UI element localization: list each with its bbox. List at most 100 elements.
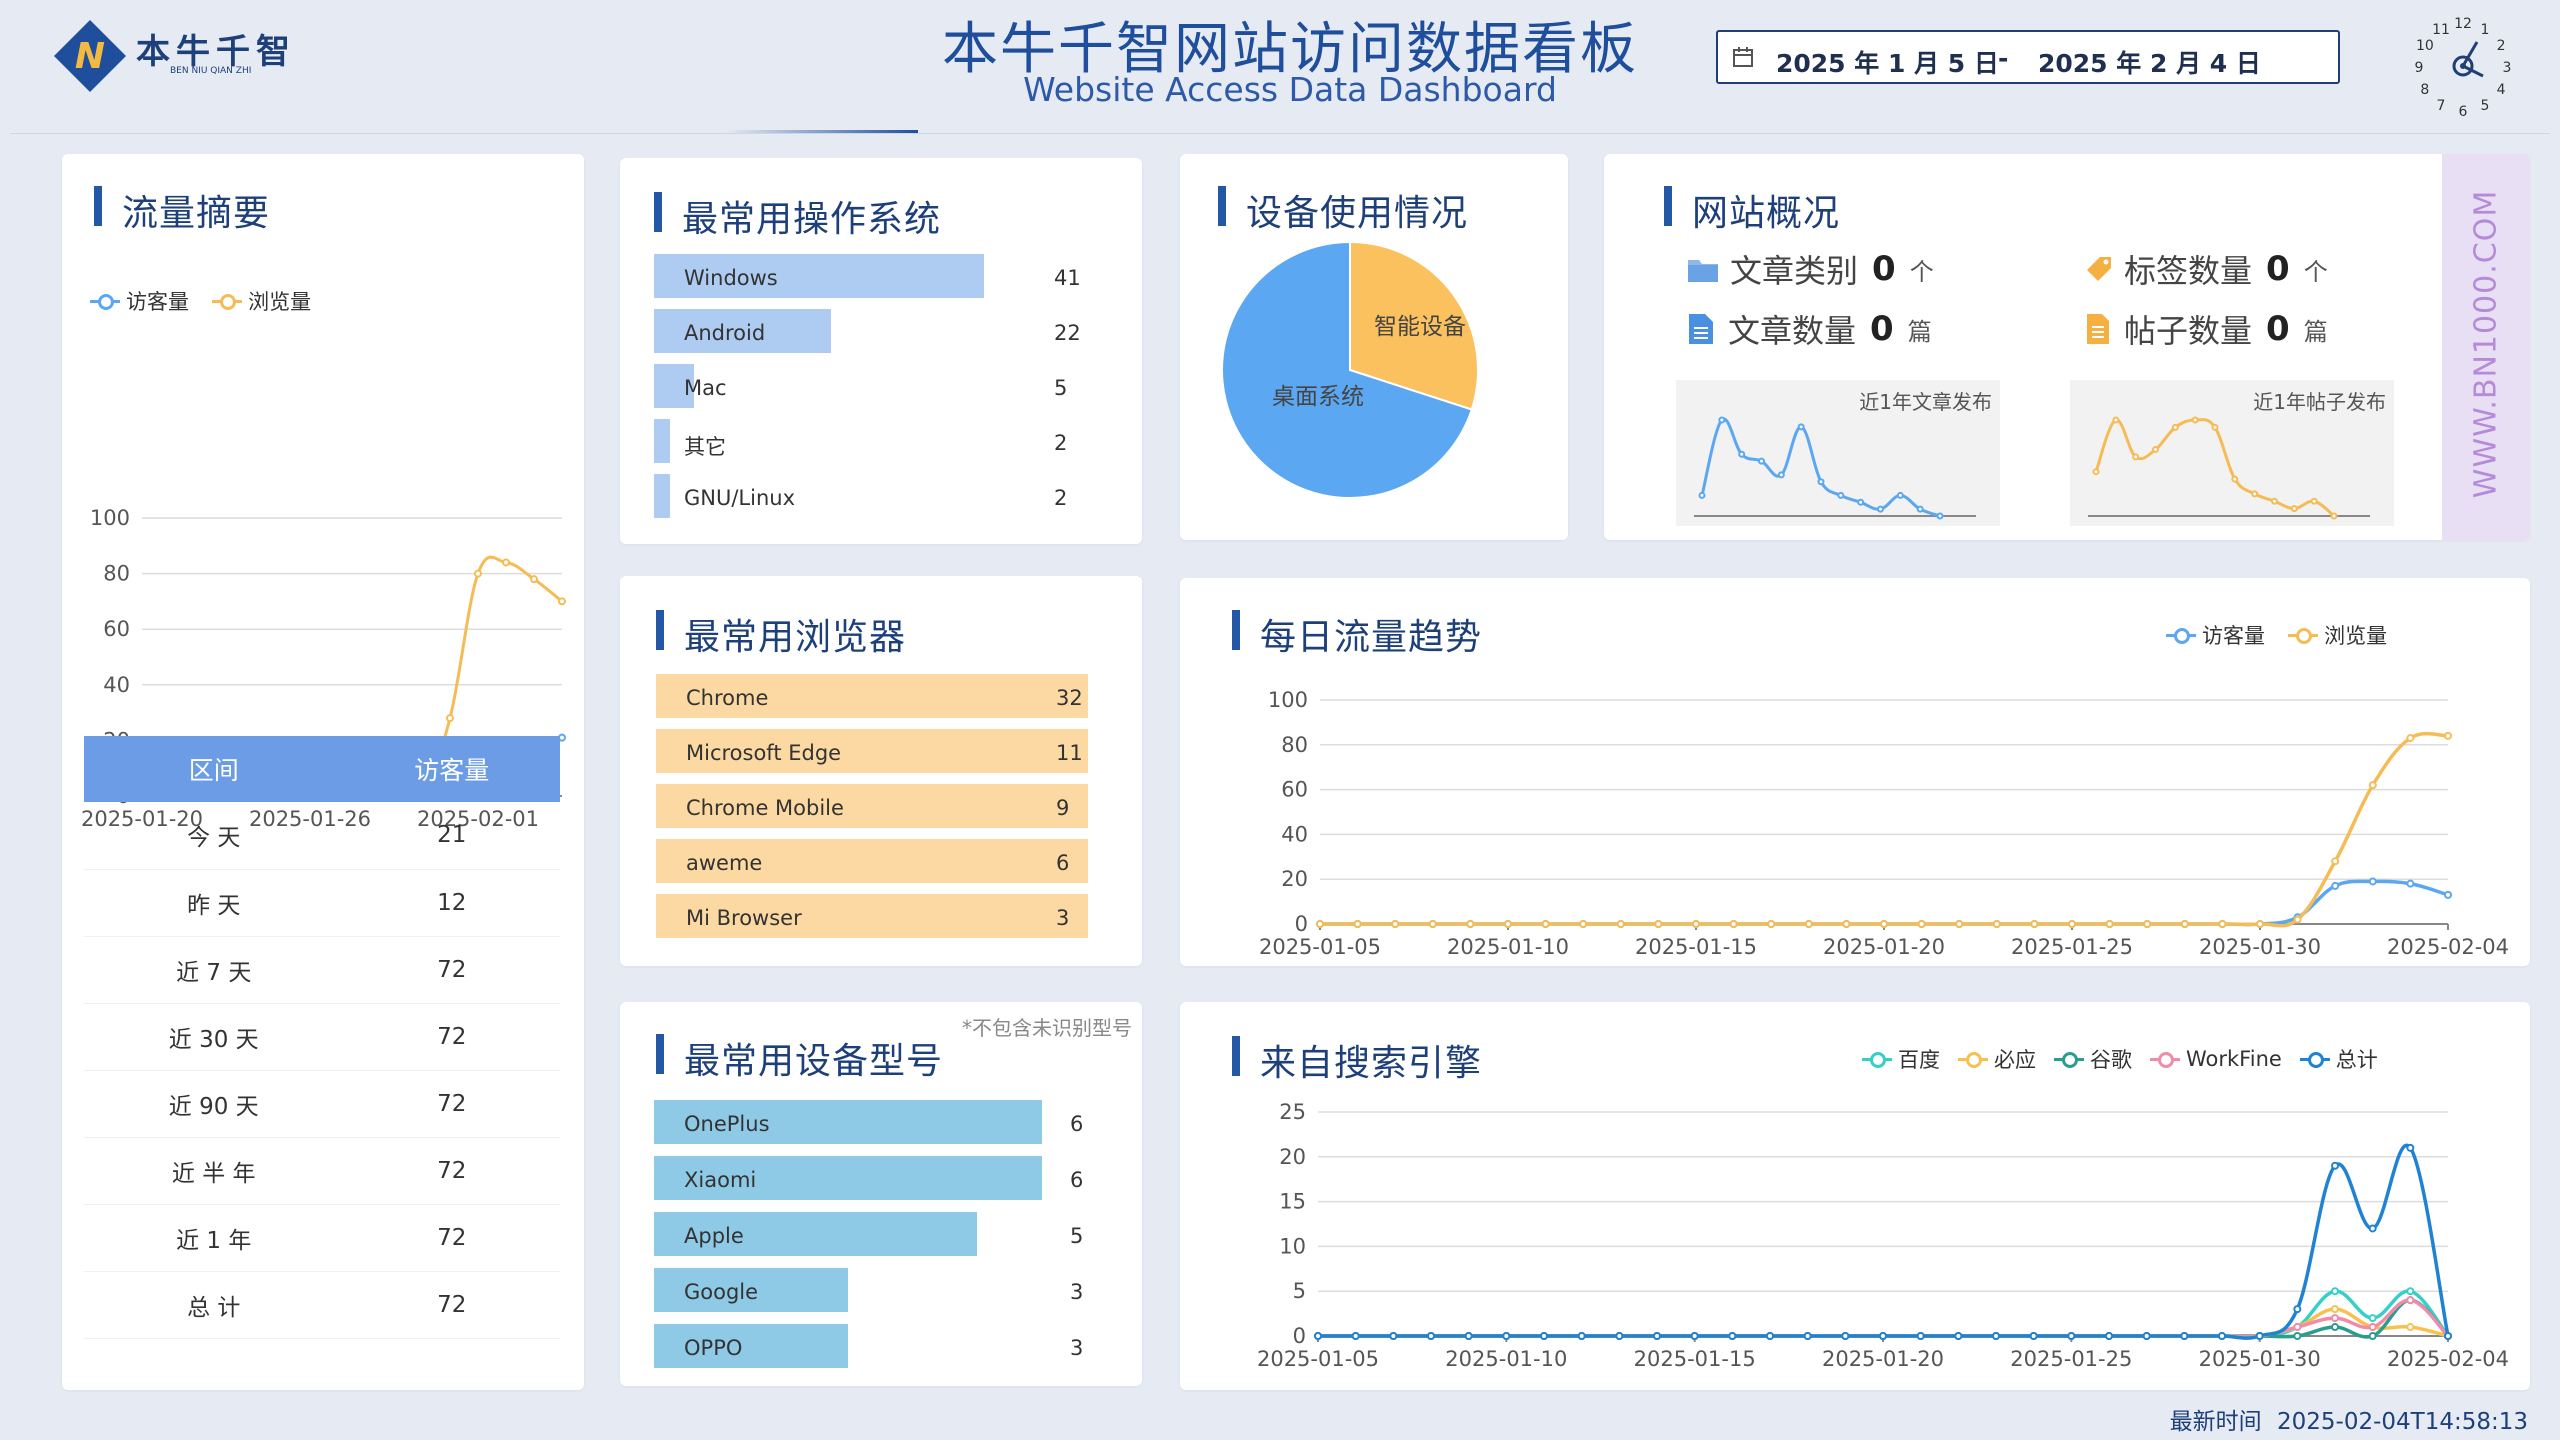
data-point[interactable] xyxy=(2406,1323,2415,1332)
data-point[interactable] xyxy=(2256,920,2264,928)
data-point[interactable] xyxy=(1955,920,1964,928)
data-point[interactable] xyxy=(1692,920,1700,928)
data-point[interactable] xyxy=(2406,734,2415,743)
data-point[interactable] xyxy=(1427,1332,1435,1340)
data-point[interactable] xyxy=(2368,1314,2377,1323)
bar-row[interactable]: OnePlus 6 xyxy=(654,1100,1114,1144)
data-point[interactable] xyxy=(2331,857,2340,866)
data-point[interactable] xyxy=(2180,1332,2189,1340)
data-point[interactable] xyxy=(1803,1332,1812,1340)
data-point[interactable] xyxy=(1992,920,2001,928)
data-point[interactable] xyxy=(1389,1332,1398,1340)
data-point[interactable] xyxy=(2293,1323,2302,1332)
data-point[interactable] xyxy=(2368,877,2377,886)
date-start[interactable]: 2025 年 1 月 5 日 xyxy=(1776,44,1999,80)
data-point[interactable] xyxy=(2406,1296,2415,1305)
bar-row[interactable]: 其它 2 xyxy=(654,419,1114,463)
data-point[interactable] xyxy=(474,569,482,578)
data-point[interactable] xyxy=(2029,1332,2038,1340)
data-point[interactable] xyxy=(1391,920,1400,928)
data-point[interactable] xyxy=(2331,881,2340,890)
data-point[interactable] xyxy=(502,558,510,567)
data-point[interactable] xyxy=(2331,1161,2339,1170)
data-point[interactable] xyxy=(1504,920,1512,928)
data-point[interactable] xyxy=(1690,1332,1699,1340)
data-point[interactable] xyxy=(2143,920,2152,928)
data-point[interactable] xyxy=(1351,1332,1360,1340)
bar-row[interactable]: Google 3 xyxy=(654,1268,1114,1312)
data-point[interactable] xyxy=(1579,920,1588,928)
data-point[interactable] xyxy=(1767,920,1776,928)
bar-row[interactable]: Chrome 32 xyxy=(656,674,1116,718)
data-point[interactable] xyxy=(1917,920,1926,928)
legend-visitors[interactable]: 访客量 xyxy=(90,286,189,316)
data-point[interactable] xyxy=(2142,1332,2151,1340)
data-point[interactable] xyxy=(1654,920,1663,928)
data-point[interactable] xyxy=(2293,1332,2302,1340)
data-point[interactable] xyxy=(2444,1332,2452,1340)
bar-row[interactable]: Mi Browser 3 xyxy=(656,894,1116,938)
data-point[interactable] xyxy=(1466,920,1475,928)
data-point[interactable] xyxy=(558,597,566,606)
logo[interactable]: N 本牛千智 BEN NIU QIAN ZHI xyxy=(52,18,312,94)
data-point[interactable] xyxy=(2331,1287,2339,1296)
data-point[interactable] xyxy=(1804,920,1813,928)
data-point[interactable] xyxy=(1728,1332,1737,1340)
data-point[interactable] xyxy=(2444,731,2452,740)
data-point[interactable] xyxy=(2293,915,2302,924)
data-point[interactable] xyxy=(2368,1224,2377,1233)
data-point[interactable] xyxy=(1842,920,1851,928)
data-point[interactable] xyxy=(1464,1332,1473,1340)
data-point[interactable] xyxy=(2444,890,2452,899)
data-point[interactable] xyxy=(2105,920,2114,928)
data-point[interactable] xyxy=(1729,920,1738,928)
data-point[interactable] xyxy=(2331,1323,2339,1332)
data-point[interactable] xyxy=(1992,1332,2000,1340)
legend-pageviews[interactable]: 浏览量 xyxy=(212,286,311,316)
date-end[interactable]: 2025 年 2 月 4 日 xyxy=(2038,44,2261,80)
data-point[interactable] xyxy=(1841,1332,1850,1340)
bar-row[interactable]: aweme 6 xyxy=(656,839,1116,883)
data-point[interactable] xyxy=(2218,1332,2226,1340)
data-point[interactable] xyxy=(1541,920,1550,928)
date-range-picker[interactable]: 2025 年 1 月 5 日 - 2025 年 2 月 4 日 xyxy=(1716,30,2340,84)
data-point[interactable] xyxy=(1502,1332,1511,1340)
data-point[interactable] xyxy=(2331,1314,2339,1323)
data-point[interactable] xyxy=(2067,1332,2076,1340)
bar-row[interactable]: Android 22 xyxy=(654,309,1114,353)
data-point[interactable] xyxy=(2255,1332,2264,1340)
data-point[interactable] xyxy=(2406,1287,2415,1296)
data-point[interactable] xyxy=(1428,920,1437,928)
data-point[interactable] xyxy=(2030,920,2039,928)
bar-row[interactable]: Windows 41 xyxy=(654,254,1114,298)
data-point[interactable] xyxy=(1577,1332,1586,1340)
data-point[interactable] xyxy=(2368,1332,2377,1340)
data-point[interactable] xyxy=(1353,920,1362,928)
bar-row[interactable]: Xiaomi 6 xyxy=(654,1156,1114,1200)
bar-row[interactable]: Mac 5 xyxy=(654,364,1114,408)
data-point[interactable] xyxy=(2331,1305,2339,1314)
data-point[interactable] xyxy=(1615,1332,1624,1340)
data-point[interactable] xyxy=(1880,920,1888,928)
data-point[interactable] xyxy=(2406,879,2415,888)
data-point[interactable] xyxy=(2368,1323,2377,1332)
data-point[interactable] xyxy=(1879,1332,1887,1340)
data-point[interactable] xyxy=(1653,1332,1661,1340)
data-point[interactable] xyxy=(1916,1332,1925,1340)
bar-row[interactable]: GNU/Linux 2 xyxy=(654,474,1114,518)
bar-row[interactable]: OPPO 3 xyxy=(654,1324,1114,1368)
data-point[interactable] xyxy=(2406,1143,2415,1152)
data-point[interactable] xyxy=(2180,920,2189,928)
data-point[interactable] xyxy=(530,575,538,584)
data-point[interactable] xyxy=(2068,920,2076,928)
data-point[interactable] xyxy=(1316,920,1324,928)
data-point[interactable] xyxy=(2218,920,2227,928)
data-point[interactable] xyxy=(446,714,454,723)
data-point[interactable] xyxy=(1540,1332,1548,1340)
data-point[interactable] xyxy=(2293,1305,2302,1314)
bar-row[interactable]: Apple 5 xyxy=(654,1212,1114,1256)
data-point[interactable] xyxy=(2368,781,2377,790)
bar-row[interactable]: Microsoft Edge 11 xyxy=(656,729,1116,773)
data-point[interactable] xyxy=(2105,1332,2113,1340)
data-point[interactable] xyxy=(1616,920,1625,928)
